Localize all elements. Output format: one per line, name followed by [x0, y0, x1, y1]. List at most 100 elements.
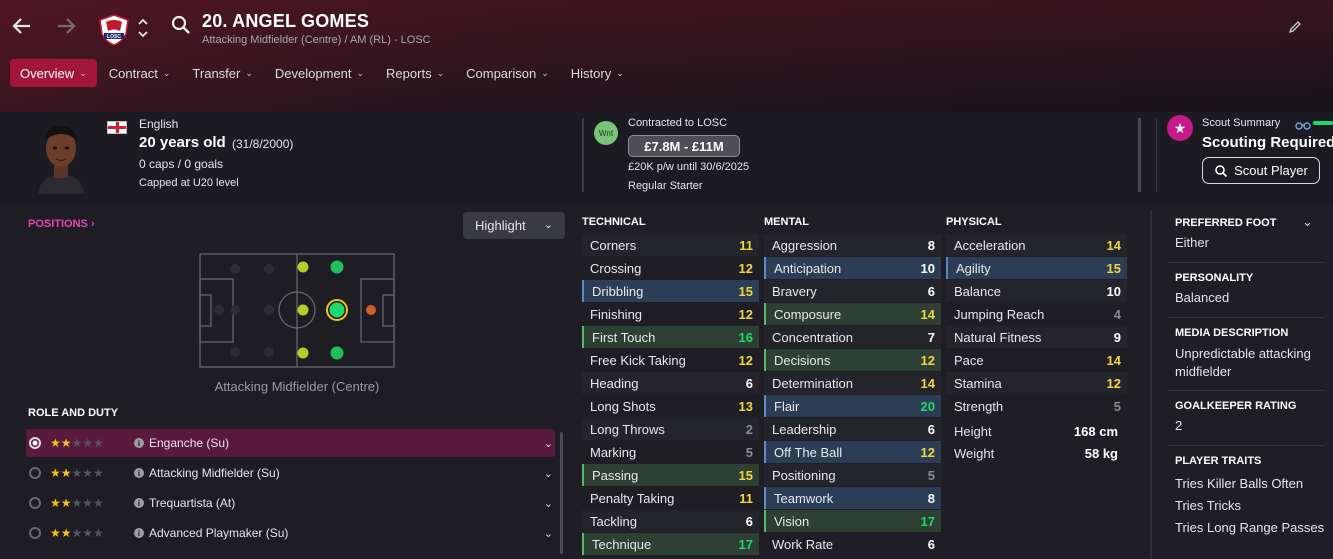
role-name: Trequartista (At) [149, 496, 236, 510]
chevron-down-icon[interactable]: ⌄ [544, 497, 553, 510]
attribute-row[interactable]: Heading 6 [582, 372, 759, 394]
attribute-row[interactable]: Vision 17 [764, 510, 941, 532]
attribute-row[interactable]: Positioning 5 [764, 464, 941, 486]
attribute-row[interactable]: Natural Fitness 9 [946, 326, 1127, 348]
attribute-row[interactable]: Flair 20 [764, 395, 941, 417]
attribute-value: 14 [1106, 352, 1121, 368]
attribute-value: 17 [738, 536, 753, 552]
attribute-value: 6 [745, 513, 753, 529]
role-row[interactable]: ★★★★★ i Trequartista (At) ⌄ [26, 489, 555, 517]
attribute-row[interactable]: Pace 14 [946, 349, 1127, 371]
tab-transfer[interactable]: Transfer ⌄ [182, 59, 262, 87]
tab-comparison[interactable]: Comparison ⌄ [456, 59, 559, 87]
tab-contract[interactable]: Contract ⌄ [99, 59, 181, 87]
attribute-name: Composure [774, 306, 842, 322]
binoculars-icon [1295, 117, 1311, 130]
pitch-diagram [199, 253, 395, 368]
attribute-row[interactable]: Work Rate 6 [764, 533, 941, 555]
attribute-row[interactable]: Determination 14 [764, 372, 941, 394]
chevron-down-icon[interactable]: ⌄ [544, 467, 553, 480]
attribute-row[interactable]: Strength 5 [946, 395, 1127, 417]
info-icon[interactable]: i [134, 498, 144, 508]
attribute-row[interactable]: Tackling 6 [582, 510, 759, 532]
attribute-row[interactable]: Acceleration 14 [946, 234, 1127, 256]
player-subtitle: Attacking Midfielder (Centre) / AM (RL) … [202, 34, 431, 46]
attribute-row[interactable]: Marking 5 [582, 441, 759, 463]
attribute-row[interactable]: Leadership 6 [764, 418, 941, 440]
attribute-value: 12 [738, 352, 753, 368]
player-name: 20. ANGEL GOMES [202, 11, 370, 31]
attribute-row[interactable]: Technique 17 [582, 533, 759, 555]
attribute-row[interactable]: Bravery 6 [764, 280, 941, 302]
attribute-name: Crossing [590, 260, 642, 276]
scout-status: Scouting Required [1202, 134, 1333, 151]
attribute-row[interactable]: Agility 15 [946, 257, 1127, 279]
wanted-badge[interactable]: Wnt [594, 121, 618, 145]
attribute-value: 16 [738, 329, 753, 345]
role-row[interactable]: ★★★★★ i Advanced Playmaker (Su) ⌄ [26, 519, 555, 547]
attribute-row[interactable]: Free Kick Taking 12 [582, 349, 759, 371]
club-badge-icon[interactable]: LOSC [98, 14, 130, 46]
chevron-down-icon[interactable]: ⌄ [544, 527, 553, 540]
attribute-row[interactable]: Aggression 8 [764, 234, 941, 256]
attribute-name: Aggression [772, 237, 838, 253]
tab-overview[interactable]: Overview ⌄ [10, 59, 97, 87]
forward-arrow-icon[interactable] [52, 12, 80, 40]
tab-history[interactable]: History ⌄ [561, 59, 634, 87]
attribute-row[interactable]: Dribbling 15 [582, 280, 759, 302]
transfer-value[interactable]: £7.8M - £11M [628, 135, 740, 157]
attribute-row[interactable]: Decisions 12 [764, 349, 941, 371]
role-radio[interactable] [29, 437, 41, 449]
attribute-row[interactable]: Jumping Reach 4 [946, 303, 1127, 325]
attribute-row[interactable]: Corners 11 [582, 234, 759, 256]
role-radio[interactable] [29, 497, 41, 509]
attribute-name: Heading [590, 375, 639, 391]
attribute-row[interactable]: Passing 15 [582, 464, 759, 486]
attribute-row[interactable]: Teamwork 8 [764, 487, 941, 509]
role-radio[interactable] [29, 527, 41, 539]
chevron-down-icon: ⌄ [616, 67, 624, 78]
player-switch-arrows[interactable] [136, 14, 150, 42]
chevron-down-icon[interactable]: ⌄ [1302, 214, 1313, 230]
tab-development[interactable]: Development ⌄ [265, 59, 374, 87]
tab-reports[interactable]: Reports ⌄ [376, 59, 454, 87]
attribute-row[interactable]: Concentration 7 [764, 326, 941, 348]
attribute-name: Work Rate [772, 536, 834, 552]
scout-progress-bar [1313, 121, 1333, 125]
search-icon[interactable] [170, 14, 192, 36]
attribute-row[interactable]: Penalty Taking 11 [582, 487, 759, 509]
role-row[interactable]: ★★★★★ i Attacking Midfielder (Su) ⌄ [26, 459, 555, 487]
attribute-row[interactable]: Finishing 12 [582, 303, 759, 325]
scout-summary-title: Scout Summary [1202, 117, 1281, 129]
back-arrow-icon[interactable] [8, 12, 36, 40]
personality: Balanced [1175, 290, 1230, 305]
chevron-down-icon[interactable]: ⌄ [544, 437, 553, 450]
role-radio[interactable] [29, 467, 41, 479]
attribute-row[interactable]: Composure 14 [764, 303, 941, 325]
date-of-birth: (31/8/2000) [232, 137, 294, 151]
role-duty-title: ROLE AND DUTY [28, 407, 119, 419]
info-icon[interactable]: i [134, 468, 144, 478]
attribute-row[interactable]: Crossing 12 [582, 257, 759, 279]
edit-icon[interactable] [1288, 20, 1304, 36]
attribute-row[interactable]: Stamina 12 [946, 372, 1127, 394]
attribute-row[interactable]: Off The Ball 12 [764, 441, 941, 463]
scout-player-button[interactable]: Scout Player [1202, 157, 1320, 184]
attribute-row[interactable]: Long Throws 2 [582, 418, 759, 440]
attribute-row[interactable]: Balance 10 [946, 280, 1127, 302]
role-row[interactable]: ★★★★★ i Enganche (Su) ⌄ [26, 429, 555, 457]
positions-link[interactable]: POSITIONS › [28, 218, 95, 230]
info-icon[interactable]: i [134, 438, 144, 448]
attribute-row[interactable]: First Touch 16 [582, 326, 759, 348]
chevron-down-icon: ⌄ [162, 67, 171, 78]
roles-scrollbar[interactable] [560, 432, 563, 554]
weight-value: 58 kg [1084, 446, 1118, 461]
highlight-dropdown[interactable]: Highlight ⌄ [463, 212, 565, 239]
attribute-row[interactable]: Anticipation 10 [764, 257, 941, 279]
attribute-row[interactable]: Long Shots 13 [582, 395, 759, 417]
attribute-value: 6 [927, 536, 935, 552]
attribute-name: Decisions [774, 352, 831, 368]
info-icon[interactable]: i [134, 528, 144, 538]
player-avatar[interactable] [34, 116, 88, 194]
attribute-value: 12 [738, 306, 753, 322]
